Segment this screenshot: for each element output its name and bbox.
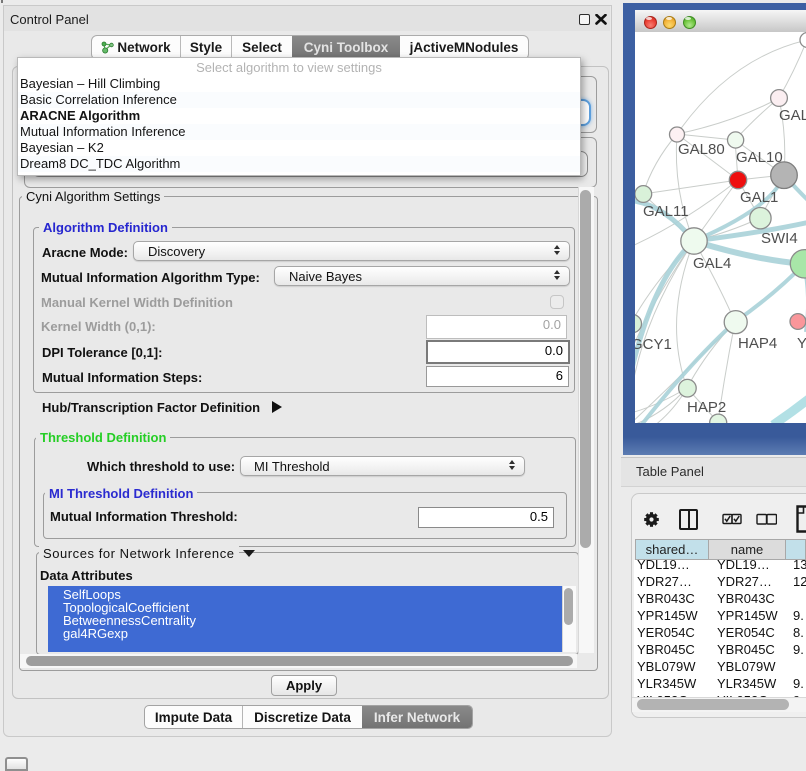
svg-text:SWI4: SWI4 bbox=[761, 230, 798, 247]
svg-text:HAP2: HAP2 bbox=[687, 399, 726, 416]
svg-text:GAL80: GAL80 bbox=[678, 141, 725, 158]
svg-text:GAL4: GAL4 bbox=[693, 255, 731, 272]
svg-text:GAL11: GAL11 bbox=[643, 203, 689, 220]
svg-text:GAL1: GAL1 bbox=[740, 189, 778, 206]
svg-text:YJ: YJ bbox=[797, 335, 806, 352]
svg-text:GCY1: GCY1 bbox=[635, 336, 672, 353]
svg-text:GAL10: GAL10 bbox=[736, 149, 783, 166]
svg-text:HAP4: HAP4 bbox=[738, 335, 777, 352]
svg-text:GAL7: GAL7 bbox=[779, 107, 806, 124]
